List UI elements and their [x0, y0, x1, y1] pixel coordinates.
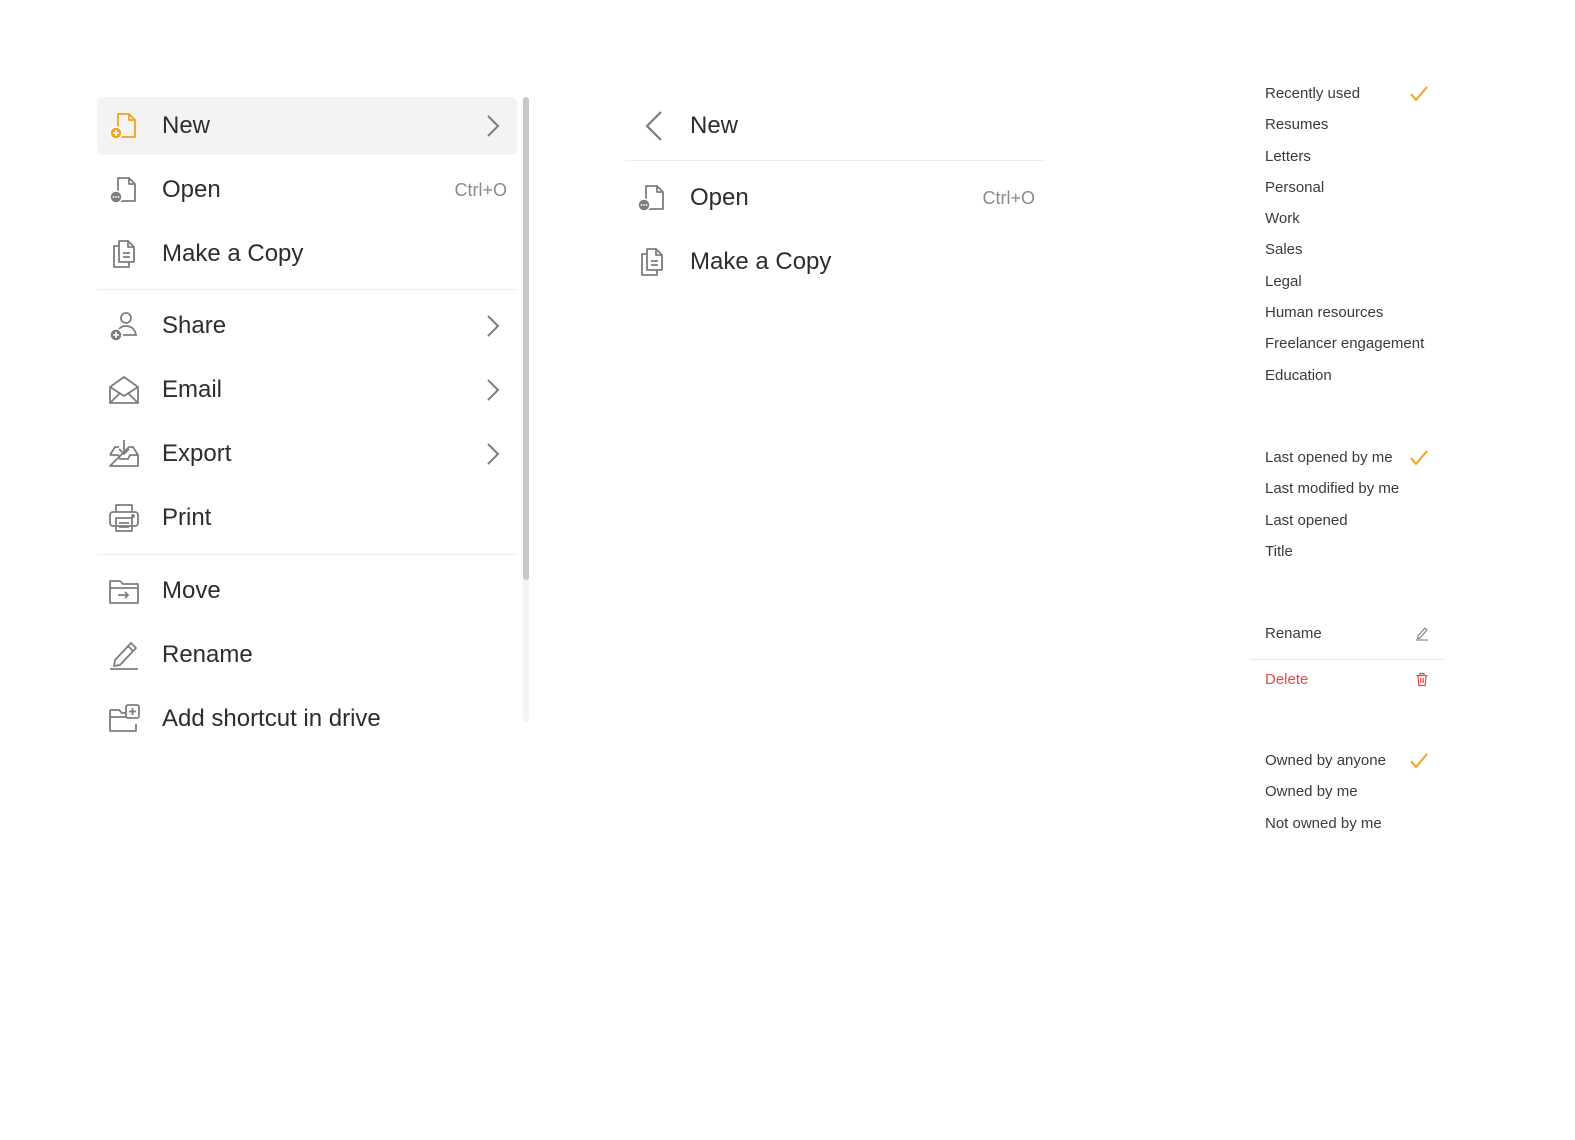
filter-option-work[interactable]: Work	[1250, 203, 1445, 234]
filter-option-recently-used[interactable]: Recently used	[1250, 78, 1445, 109]
owner-option-anyone[interactable]: Owned by anyone	[1250, 745, 1445, 776]
scrollbar-thumb[interactable]	[523, 97, 529, 580]
submenu-item-label: Open	[690, 184, 749, 211]
menu-item-move[interactable]: Move	[97, 562, 517, 620]
filter-option-freelancer-engagement[interactable]: Freelancer engagement	[1250, 328, 1445, 359]
filter-option-resumes[interactable]: Resumes	[1250, 109, 1445, 140]
filter-option-letters[interactable]: Letters	[1250, 141, 1445, 172]
pencil-icon	[107, 638, 141, 672]
menu-item-export[interactable]: Export	[97, 425, 517, 483]
submenu-divider	[625, 160, 1045, 161]
menu-item-share[interactable]: Share	[97, 297, 517, 355]
submenu-item-make-copy[interactable]: Make a Copy	[625, 233, 1045, 291]
share-user-icon	[107, 309, 141, 343]
shortcut-hint: Ctrl+O	[454, 179, 507, 200]
trash-icon	[1416, 673, 1428, 687]
menu-item-make-copy[interactable]: Make a Copy	[97, 225, 517, 283]
menu-item-add-shortcut[interactable]: Add shortcut in drive	[97, 690, 517, 748]
menu-item-open[interactable]: Open Ctrl+O	[97, 161, 517, 219]
filter-option-education[interactable]: Education	[1250, 360, 1445, 391]
menu-divider	[97, 289, 517, 290]
printer-icon	[107, 501, 141, 535]
checkmark-icon	[1410, 753, 1428, 769]
sort-option-last-opened[interactable]: Last opened	[1250, 505, 1445, 536]
menu-divider	[97, 554, 517, 555]
menu-item-label: Share	[162, 312, 227, 339]
sort-option-last-opened-by-me[interactable]: Last opened by me	[1250, 442, 1445, 473]
chevron-right-icon	[487, 379, 500, 401]
menu-item-label: Export	[162, 440, 232, 467]
rename-action[interactable]: Rename	[1250, 618, 1445, 649]
envelope-icon	[107, 373, 141, 407]
add-folder-icon	[107, 702, 141, 736]
owner-option-not-me[interactable]: Not owned by me	[1250, 808, 1445, 839]
submenu-item-open[interactable]: Open Ctrl+O	[625, 169, 1045, 227]
filter-option-sales[interactable]: Sales	[1250, 234, 1445, 265]
submenu-item-label: Make a Copy	[690, 248, 832, 275]
submenu-header: New	[625, 97, 1045, 155]
copy-icon	[635, 245, 669, 279]
filter-option-legal[interactable]: Legal	[1250, 266, 1445, 297]
filter-option-personal[interactable]: Personal	[1250, 172, 1445, 203]
menu-item-label: Add shortcut in drive	[162, 705, 381, 732]
chevron-right-icon	[487, 115, 500, 137]
filter-option-human-resources[interactable]: Human resources	[1250, 297, 1445, 328]
pencil-icon	[1416, 627, 1428, 641]
new-file-icon	[107, 109, 141, 143]
menu-divider	[1250, 659, 1445, 661]
menu-item-new[interactable]: New	[97, 97, 517, 155]
sort-option-title[interactable]: Title	[1250, 536, 1445, 567]
menu-item-print[interactable]: Print	[97, 489, 517, 547]
menu-item-email[interactable]: Email	[97, 361, 517, 419]
menu-item-label: Print	[162, 504, 212, 531]
menu-item-rename[interactable]: Rename	[97, 626, 517, 684]
checkmark-icon	[1410, 86, 1428, 102]
menu-item-label: Make a Copy	[162, 240, 304, 267]
chevron-right-icon	[487, 315, 500, 337]
chevron-right-icon	[487, 443, 500, 465]
open-file-icon	[107, 173, 141, 207]
menu-item-label: Move	[162, 577, 221, 604]
delete-action[interactable]: Delete	[1250, 664, 1445, 695]
export-tray-icon	[107, 437, 141, 471]
chevron-left-icon[interactable]	[643, 109, 665, 143]
sort-options-list: Last opened by me Last modified by me La…	[1250, 442, 1445, 567]
owner-filter-list: Owned by anyone Owned by me Not owned by…	[1250, 745, 1445, 839]
menu-item-label: Open	[162, 176, 221, 203]
checkmark-icon	[1410, 450, 1428, 466]
file-menu: New Open Ctrl+O Make a Copy Share Email …	[97, 97, 517, 748]
sort-option-last-modified-by-me[interactable]: Last modified by me	[1250, 473, 1445, 504]
shortcut-hint: Ctrl+O	[982, 187, 1035, 208]
move-folder-icon	[107, 574, 141, 608]
submenu-title: New	[690, 112, 739, 139]
open-file-icon	[635, 181, 669, 215]
new-submenu: New Open Ctrl+O Make a Copy	[625, 97, 1045, 291]
menu-item-label: Rename	[162, 641, 253, 668]
doc-actions-list: Rename Delete	[1250, 618, 1445, 696]
owner-option-me[interactable]: Owned by me	[1250, 776, 1445, 807]
menu-item-label: New	[162, 112, 211, 139]
template-filter-list: Recently used Resumes Letters Personal W…	[1250, 78, 1445, 391]
copy-icon	[107, 237, 141, 271]
menu-item-label: Email	[162, 376, 223, 403]
